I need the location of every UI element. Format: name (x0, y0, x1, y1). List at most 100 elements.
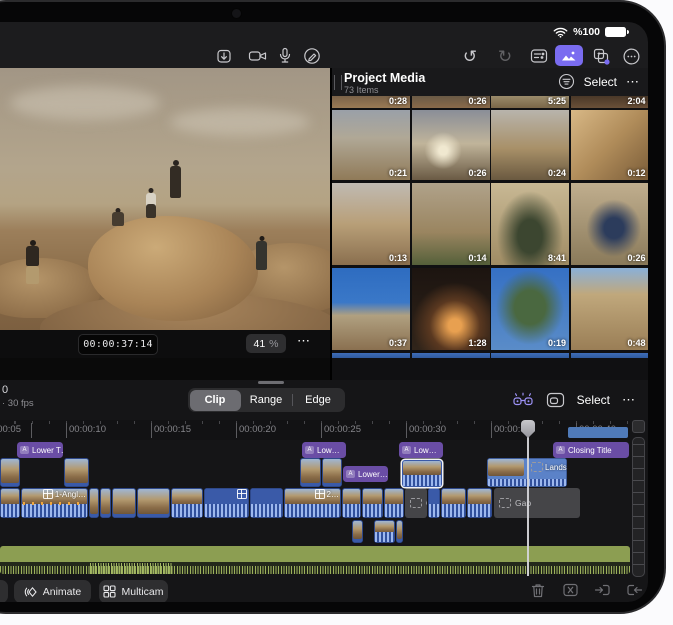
video-clip[interactable] (0, 458, 20, 487)
video-clip[interactable] (362, 488, 383, 518)
vertical-scrollbar[interactable] (632, 437, 645, 577)
media-item[interactable]: 0:48 (571, 268, 649, 350)
more-icon[interactable] (618, 45, 644, 67)
video-clip[interactable]: 1-Angl… (21, 488, 88, 518)
storyline-bar-clip[interactable] (568, 427, 628, 438)
append-icon[interactable] (624, 580, 644, 600)
multicam-button[interactable]: Multicam (99, 580, 168, 602)
redo-icon[interactable]: ↻ (492, 45, 518, 67)
video-clip[interactable] (100, 488, 111, 518)
title-clip[interactable]: AClosing Title (553, 442, 629, 458)
clip-waveform (385, 504, 403, 517)
media-item[interactable]: 0:37 (332, 268, 410, 350)
video-clip[interactable] (322, 458, 342, 487)
timecode-display[interactable]: 00:00:37:14 (78, 334, 158, 355)
video-clip[interactable] (396, 520, 403, 543)
media-item[interactable]: 0:26 (412, 96, 490, 108)
media-item[interactable]: 0:13 (332, 183, 410, 265)
media-item[interactable]: 0:28 (332, 96, 410, 108)
media-more-icon[interactable]: ⋯ (626, 74, 640, 90)
video-clip[interactable] (428, 488, 440, 518)
media-item[interactable] (412, 353, 490, 358)
title-clip[interactable]: ALow… (302, 442, 346, 458)
video-clip[interactable] (374, 520, 395, 543)
media-item[interactable]: 0:26 (571, 183, 649, 265)
record-camera-icon[interactable] (245, 45, 271, 67)
media-item-duration: 0:48 (627, 338, 645, 348)
gap-clip[interactable]: Gap (494, 488, 580, 518)
clip-label: 1-Angl… (55, 490, 86, 499)
viewer-more-icon[interactable]: ⋯ (297, 333, 311, 349)
person-silhouette (26, 240, 39, 284)
record-mic-icon[interactable] (272, 45, 298, 67)
video-clip[interactable] (112, 488, 136, 518)
import-icon[interactable] (211, 45, 237, 67)
person-silhouette (146, 188, 156, 218)
clip-label-row: 2… (315, 489, 339, 499)
animate-button[interactable]: Animate (14, 580, 91, 602)
media-item[interactable]: 0:26 (412, 110, 490, 180)
video-clip[interactable] (204, 488, 249, 518)
title-clip[interactable]: ALower… (343, 466, 388, 482)
pencil-tools-icon[interactable] (299, 45, 325, 67)
video-clip[interactable] (402, 460, 442, 487)
media-select-button[interactable]: Select (584, 75, 617, 89)
clip-thumbnail (442, 489, 465, 505)
panel-resize-handle[interactable] (334, 75, 342, 90)
media-item[interactable]: 0:14 (412, 183, 490, 265)
clip-thumbnail (172, 489, 202, 505)
media-item[interactable]: 0:12 (571, 110, 649, 180)
track-height-button[interactable] (632, 420, 645, 433)
undo-icon[interactable]: ↺ (457, 45, 483, 67)
media-item[interactable]: 8:41 (491, 183, 569, 265)
partial-tool-button[interactable] (0, 580, 8, 602)
video-clip[interactable] (89, 488, 99, 518)
music-clip[interactable] (0, 546, 630, 574)
sort-filter-icon[interactable] (558, 73, 575, 90)
media-item[interactable]: 5:25 (491, 96, 569, 108)
media-item[interactable] (571, 353, 649, 358)
title-clip[interactable]: ALower T… (17, 442, 63, 458)
video-clip[interactable] (441, 488, 466, 518)
clip-inspector-icon[interactable] (526, 45, 552, 67)
video-clip[interactable] (0, 488, 20, 518)
video-clip[interactable] (250, 488, 283, 518)
zoom-level-control[interactable]: 41 % (246, 334, 286, 353)
app-screen: %100 ↺ ↻ (0, 22, 648, 602)
video-clip[interactable] (384, 488, 404, 518)
viewer-video-preview[interactable] (0, 68, 330, 330)
clip-thumbnail (1, 459, 19, 483)
clip-thumbnail (385, 489, 403, 505)
video-clip[interactable] (467, 488, 492, 518)
title-clip[interactable]: ALow… (399, 442, 443, 458)
video-clip[interactable]: 2… (284, 488, 341, 518)
clip-waveform (468, 504, 491, 517)
media-item-duration: 1:28 (468, 338, 486, 348)
media-item[interactable] (332, 353, 410, 358)
video-clip[interactable] (171, 488, 203, 518)
video-clip[interactable] (300, 458, 321, 487)
media-item-duration: 0:37 (389, 338, 407, 348)
video-clip[interactable] (352, 520, 363, 543)
video-clip[interactable] (64, 458, 89, 487)
video-clip[interactable] (342, 488, 361, 518)
effects-icon[interactable] (588, 45, 614, 67)
media-item[interactable] (491, 353, 569, 358)
gap-clip[interactable]: G… (405, 488, 427, 518)
overwrite-icon[interactable] (592, 580, 612, 600)
media-item[interactable]: 2:04 (571, 96, 649, 108)
playhead-line (527, 436, 529, 576)
media-item[interactable]: 0:24 (491, 110, 569, 180)
media-browser-icon[interactable] (555, 45, 583, 66)
clip-label: 2… (327, 490, 339, 499)
page: %100 ↺ ↻ (0, 0, 673, 625)
trash-icon[interactable] (528, 580, 548, 600)
clip-thumbnail (468, 489, 491, 505)
clip-waveform (375, 532, 394, 542)
media-item[interactable]: 0:21 (332, 110, 410, 180)
media-item-duration: 0:14 (468, 253, 486, 263)
media-item[interactable]: 0:19 (491, 268, 569, 350)
blade-icon[interactable] (560, 580, 580, 600)
media-item[interactable]: 1:28 (412, 268, 490, 350)
video-clip[interactable] (137, 488, 170, 518)
